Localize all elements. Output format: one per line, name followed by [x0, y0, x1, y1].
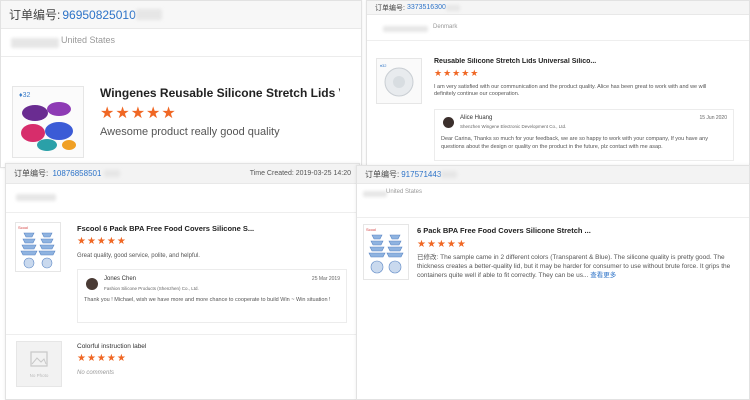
product-thumbnail[interactable]: Scool [363, 224, 409, 280]
star-rating-2: ★★★★★ [77, 353, 127, 364]
order-number[interactable]: 96950825010 [62, 8, 135, 22]
product-title[interactable]: Fscool 6 Pack BPA Free Food Covers Silic… [77, 224, 257, 233]
star-rating: ★★★★★ [77, 236, 127, 247]
no-photo-label: No Photo [29, 373, 49, 378]
redacted-buyer-name [383, 26, 428, 32]
time-created: Time Created: 2019-03-25 14:20 [249, 170, 351, 177]
svg-text:Scool: Scool [366, 227, 376, 232]
order-label: 订单编号: [365, 170, 400, 179]
product-title-2[interactable]: Colorful instruction label [77, 343, 257, 350]
buyer-country: United States [386, 189, 423, 195]
review-card-4: 订单编号: 917571443 United States Scool 6 Pa… [356, 165, 750, 400]
review-text: I am very satisfied with our communicati… [434, 84, 707, 98]
silicone-lids-image: ♦32 [19, 92, 76, 151]
svg-text:Scool: Scool [18, 225, 28, 230]
avatar [86, 278, 98, 290]
redacted-order-digits [135, 9, 162, 20]
redacted-buyer-name [363, 191, 387, 197]
buyer-country: Denmark [433, 24, 458, 30]
order-header: 订单编号: 917571443 [357, 166, 749, 184]
order-header: 订单编号: 10876858501 Time Created: 2019-03-… [6, 164, 359, 184]
review-text: Great quality, good service, polite, and… [77, 253, 200, 259]
redacted-buyer-name [11, 38, 59, 48]
order-header: 订单编号: 3373516300 [367, 1, 749, 15]
image-placeholder-icon [30, 351, 48, 367]
review-text: Awesome product really good quality [100, 126, 280, 138]
divider [357, 217, 749, 218]
buyer-country: United States [61, 35, 116, 45]
divider [6, 334, 359, 335]
svg-text:♦32: ♦32 [380, 63, 387, 68]
redacted-order-digits [103, 170, 120, 178]
divider [1, 56, 361, 57]
seller-reply: Jones Chen 25 Mar 2019 Fashion Silicone … [77, 269, 347, 323]
product-title[interactable]: Wingenes Reusable Silicone Stretch Lids … [100, 86, 340, 100]
divider [6, 212, 359, 213]
order-label: 订单编号: [9, 8, 61, 22]
redacted-order-digits [445, 4, 460, 11]
product-title[interactable]: Reusable Silicone Stretch Lids Universal… [434, 58, 634, 65]
star-rating: ★★★★★ [434, 68, 480, 78]
reply-company: Fashion Silicone Products (Shenzhen) Co.… [104, 286, 199, 291]
reply-author: Alice Huang [460, 115, 493, 121]
redacted-buyer-name [16, 194, 56, 201]
review-card-2: 订单编号: 3373516300 Denmark ♦32 Reusable Si… [366, 0, 750, 172]
food-covers-image: Scool [366, 227, 404, 274]
product-thumbnail[interactable]: Scool [15, 222, 61, 272]
review-body: The sample came in 2 different colors (T… [417, 254, 731, 279]
product-thumbnail[interactable]: ♦32 [12, 86, 84, 158]
reply-text: Dear Carina, Thanks so much for your fee… [441, 136, 708, 150]
order-label: 订单编号: [14, 169, 49, 178]
food-covers-image: Scool [18, 225, 56, 269]
no-comments: No comments [77, 370, 115, 376]
seller-reply: Alice Huang 15 Jun 2020 Shenzhen Wingene… [434, 109, 734, 161]
review-card-3: 订单编号: 10876858501 Time Created: 2019-03-… [5, 163, 360, 400]
reply-company: Shenzhen Wingene Electronic Development … [460, 124, 567, 129]
reply-text: Thank you ! Michael, wish we have more a… [84, 297, 331, 303]
divider [367, 40, 749, 41]
product-title[interactable]: 6 Pack BPA Free Food Covers Silicone Str… [417, 226, 617, 235]
order-header: 订单编号: 96950825010 [1, 1, 361, 29]
review-text: 已修改: The sample came in 2 different colo… [417, 254, 737, 280]
order-number[interactable]: 10876858501 [52, 169, 101, 178]
no-photo-placeholder: No Photo [16, 341, 62, 387]
order-number[interactable]: 917571443 [401, 170, 441, 179]
reply-date: 15 Jun 2020 [699, 115, 727, 121]
reply-author: Jones Chen [104, 276, 137, 282]
stretch-lid-image: ♦32 [380, 63, 414, 97]
product-thumbnail[interactable]: ♦32 [376, 58, 422, 104]
star-rating: ★★★★★ [417, 239, 467, 250]
redacted-order-digits [441, 171, 458, 178]
star-rating: ★★★★★ [100, 105, 177, 122]
edited-label: 已修改: [417, 254, 439, 261]
order-number[interactable]: 3373516300 [407, 4, 446, 11]
avatar [443, 117, 454, 128]
show-more-link[interactable]: 查看更多 [590, 272, 616, 279]
order-label: 订单编号: [375, 4, 405, 12]
svg-text:♦32: ♦32 [19, 92, 30, 99]
review-card-1: 订单编号: 96950825010 United States ♦32 Wing… [0, 0, 362, 168]
reply-date: 25 Mar 2019 [311, 276, 340, 282]
